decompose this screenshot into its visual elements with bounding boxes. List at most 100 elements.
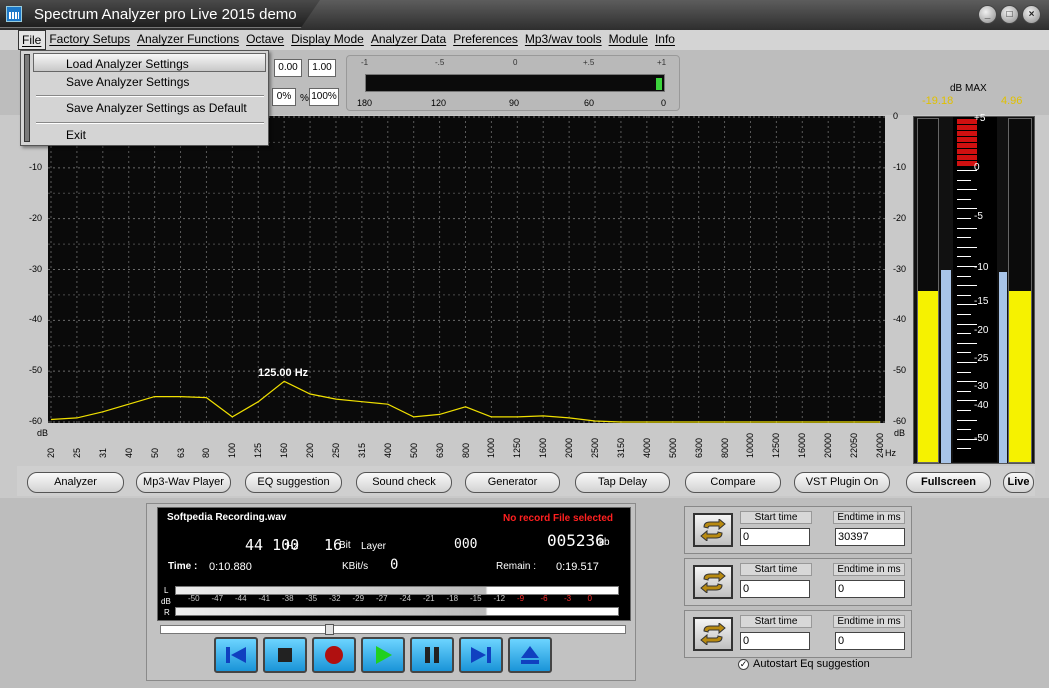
time-label: Time : [168, 561, 198, 572]
eq-suggestion-button[interactable]: EQ suggestion [245, 472, 342, 493]
record-icon [325, 646, 343, 664]
menu-preferences[interactable]: Preferences [450, 30, 522, 50]
menu-file[interactable]: File [18, 30, 47, 50]
endtime-input[interactable]: 30397 [835, 528, 905, 546]
vu-scale-label: -30 [974, 381, 989, 392]
menu-load-settings[interactable]: Load Analyzer Settings [33, 53, 266, 72]
menu-save-default[interactable]: Save Analyzer Settings as Default [66, 101, 247, 115]
menu-octave[interactable]: Octave [243, 30, 288, 50]
x-tick-label: 2000 [564, 437, 575, 458]
x-tick-label: 63 [175, 447, 186, 458]
compare-button[interactable]: Compare [685, 472, 781, 493]
vu-tick [957, 294, 971, 296]
percent-box-a[interactable]: 0% [272, 88, 296, 106]
menu-mp3-wav-tools[interactable]: Mp3/wav tools [522, 30, 606, 50]
start-time-input[interactable]: 0 [740, 580, 810, 598]
level-scale-label: -18 [446, 594, 459, 603]
eq-run-button[interactable] [693, 513, 733, 547]
vu-clip-zone [957, 119, 977, 167]
play-button[interactable] [361, 637, 405, 673]
record-button[interactable] [312, 637, 356, 673]
close-button[interactable]: × [1022, 5, 1041, 24]
x-tick-label: 1250 [512, 437, 523, 458]
spectrum-plot[interactable] [48, 116, 885, 423]
seek-bar[interactable] [160, 624, 626, 635]
eq-run-button[interactable] [693, 617, 733, 651]
vu-tick [957, 333, 971, 335]
x-tick-label: 250 [330, 442, 341, 458]
level-scale-label: -50 [188, 594, 200, 603]
skip-forward-button[interactable] [459, 637, 503, 673]
x-tick-label: 100 [227, 442, 238, 458]
vu-left-bar [917, 118, 939, 463]
x-tick-label: 400 [382, 442, 393, 458]
level-scale-label: -12 [493, 594, 506, 603]
remain-value: 0:19.517 [556, 561, 599, 573]
x-tick-label: 3150 [615, 437, 626, 458]
play-icon [376, 646, 392, 664]
x-tick-label: 22050 [849, 432, 860, 458]
menu-exit[interactable]: Exit [66, 128, 86, 142]
percent-box-b[interactable]: 100% [309, 88, 339, 106]
menu-analyzer-data[interactable]: Analyzer Data [368, 30, 450, 50]
kbits-value: 0 [390, 557, 399, 573]
menu-analyzer-functions[interactable]: Analyzer Functions [134, 30, 243, 50]
eject-button[interactable] [508, 637, 552, 673]
x-tick-label: 40 [123, 447, 134, 458]
start-time-input[interactable]: 0 [740, 632, 810, 650]
vu-tick [957, 246, 977, 248]
y-tick-label: -50 [893, 365, 907, 376]
phase-tick: 0 [513, 58, 518, 67]
vu-tick [957, 352, 971, 354]
endtime-input[interactable]: 0 [835, 632, 905, 650]
generator-button[interactable]: Generator [465, 472, 560, 493]
start-time-label: Start time [740, 511, 812, 524]
value-box-b[interactable]: 1.00 [308, 59, 336, 77]
vu-scale-label: -5 [974, 211, 983, 222]
menu-info[interactable]: Info [652, 30, 679, 50]
vu-tick [957, 179, 971, 181]
skip-back-button[interactable] [214, 637, 258, 673]
analyzer-button[interactable]: Analyzer [27, 472, 124, 493]
start-time-label: Start time [740, 615, 812, 628]
x-tick-label: 20000 [823, 432, 834, 458]
live-button[interactable]: Live [1003, 472, 1034, 493]
stop-button[interactable] [263, 637, 307, 673]
x-tick-label: 25 [71, 447, 82, 458]
eject-icon [521, 646, 539, 664]
start-time-input[interactable]: 0 [740, 528, 810, 546]
vst-plugin-button[interactable]: VST Plugin On [794, 472, 890, 493]
eq-run-button[interactable] [693, 565, 733, 599]
tap-delay-button[interactable]: Tap Delay [575, 472, 670, 493]
phase-meter-panel: -1 -.5 0 +.5 +1 180 120 90 60 0 [346, 55, 680, 111]
x-tick-label: 630 [434, 442, 445, 458]
maximize-button[interactable]: □ [1000, 5, 1019, 24]
player-status: No record File selected [503, 513, 614, 524]
vu-left-peak-bar [941, 270, 951, 463]
menu-factory-setups[interactable]: Factory Setups [46, 30, 134, 50]
vu-tick [957, 275, 971, 277]
sound-check-button[interactable]: Sound check [356, 472, 452, 493]
seek-knob[interactable] [325, 624, 335, 635]
menu-module[interactable]: Module [606, 30, 652, 50]
app-icon[interactable] [6, 6, 22, 22]
autostart-label: Autostart Eq suggestion [753, 658, 870, 670]
vu-tick [957, 323, 977, 325]
level-scale-label: -27 [376, 594, 388, 603]
autostart-eq-checkbox[interactable]: ✓ Autostart Eq suggestion [738, 658, 870, 670]
minimize-button[interactable]: _ [978, 5, 997, 24]
menu-display-mode[interactable]: Display Mode [288, 30, 368, 50]
stop-icon [278, 648, 292, 662]
menu-save-settings[interactable]: Save Analyzer Settings [66, 75, 189, 89]
pause-button[interactable] [410, 637, 454, 673]
phase-tick: +1 [657, 58, 667, 67]
value-box-a[interactable]: 0.00 [274, 59, 302, 77]
y-tick-label: -60 [893, 416, 907, 426]
vu-tick [957, 227, 977, 229]
endtime-input[interactable]: 0 [835, 580, 905, 598]
eq-suggestion-panel: Start time Endtime in ms 0 30397 [684, 506, 912, 554]
x-tick-label: 80 [201, 447, 212, 458]
mp3-wav-player-button[interactable]: Mp3-Wav Player [136, 472, 231, 493]
y-tick-label: -30 [28, 263, 42, 274]
fullscreen-button[interactable]: Fullscreen [906, 472, 991, 493]
